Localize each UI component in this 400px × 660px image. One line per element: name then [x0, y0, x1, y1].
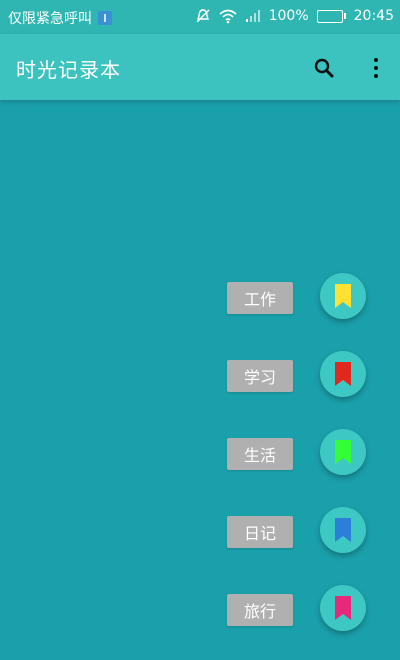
category-row-life: 生活	[0, 429, 400, 481]
more-vert-icon-dot	[374, 66, 378, 70]
battery-charging-icon	[316, 9, 346, 23]
bookmark-icon	[335, 440, 351, 464]
usb-debug-icon	[98, 11, 112, 25]
battery-percent: 100%	[268, 8, 309, 24]
more-vert-icon-dot	[374, 74, 378, 78]
status-time: 20:45	[353, 8, 394, 24]
more-vert-icon-dot	[374, 58, 378, 62]
bookmark-icon	[335, 362, 351, 386]
carrier-text: 仅限紧急呼叫	[8, 11, 92, 27]
category-row-diary: 日记	[0, 507, 400, 559]
category-row-study: 学习	[0, 351, 400, 403]
category-button-work[interactable]	[320, 273, 366, 319]
category-row-work: 工作	[0, 273, 400, 325]
category-label-life[interactable]: 生活	[227, 438, 293, 470]
bookmark-icon	[335, 518, 351, 542]
category-label-work[interactable]: 工作	[227, 282, 293, 314]
silent-icon	[195, 8, 211, 24]
status-right: 100% 20:45	[195, 8, 394, 24]
signal-icon	[245, 9, 261, 23]
app-bar: 时光记录本	[0, 34, 400, 100]
status-left: 仅限紧急呼叫	[8, 8, 112, 28]
status-bar: 仅限紧急呼叫 100% 20:45	[0, 0, 400, 34]
category-row-travel: 旅行	[0, 585, 400, 637]
category-button-study[interactable]	[320, 351, 366, 397]
bookmark-icon	[335, 284, 351, 308]
search-icon	[314, 58, 334, 78]
category-button-life[interactable]	[320, 429, 366, 475]
wifi-icon	[219, 8, 237, 24]
search-button[interactable]	[310, 54, 338, 82]
category-label-travel[interactable]: 旅行	[227, 594, 293, 626]
category-button-diary[interactable]	[320, 507, 366, 553]
bookmark-icon	[335, 596, 351, 620]
more-options-button[interactable]	[364, 54, 388, 82]
category-button-travel[interactable]	[320, 585, 366, 631]
category-label-study[interactable]: 学习	[227, 360, 293, 392]
category-label-diary[interactable]: 日记	[227, 516, 293, 548]
app-title: 时光记录本	[16, 58, 121, 82]
